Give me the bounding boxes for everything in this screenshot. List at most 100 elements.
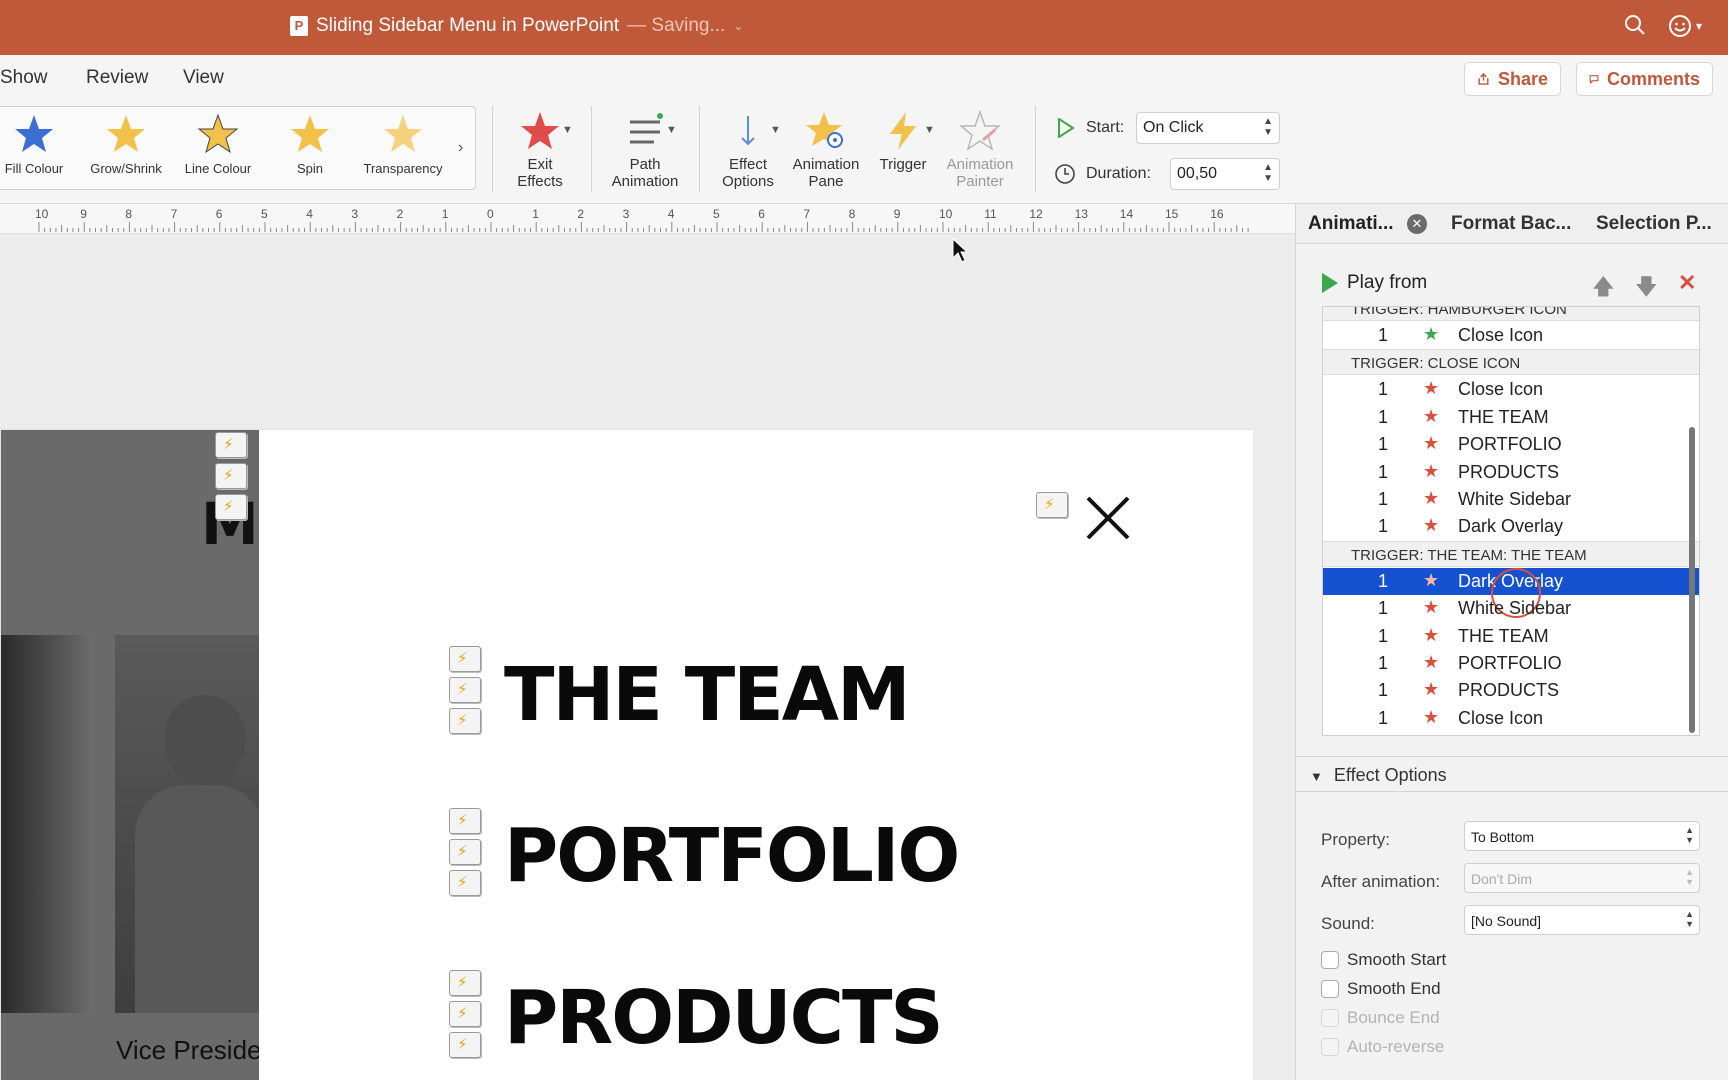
play-from-button[interactable]: Play from <box>1321 272 1427 294</box>
start-select[interactable]: On Click ▲ ▼ <box>1136 112 1280 144</box>
list-scrollbar[interactable] <box>1689 427 1695 733</box>
effect-options-button[interactable]: Effect Options <box>705 110 791 190</box>
transparency-effect[interactable]: Transparency <box>357 113 449 176</box>
exit-star-icon: ★ <box>1423 433 1440 455</box>
dark-overlay[interactable]: M Vice Preside <box>1 430 259 1080</box>
property-select[interactable]: To Bottom ▲ ▼ <box>1464 821 1700 851</box>
tab-animation-pane[interactable]: Animati... <box>1308 213 1394 235</box>
duration-stepper[interactable]: 00,50 ▲ ▼ <box>1170 158 1280 190</box>
animation-row[interactable]: 1 ★ PORTFOLIO <box>1323 650 1699 677</box>
trigger-lightning-icon[interactable] <box>449 839 481 865</box>
exit-effects-button[interactable]: Exit Effects <box>500 110 580 190</box>
menu-item-the-team[interactable]: THE TEAM <box>504 652 911 738</box>
smooth-start-checkbox[interactable]: Smooth Start <box>1321 950 1446 970</box>
trigger-lightning-icon[interactable] <box>449 1001 481 1027</box>
tab-review[interactable]: Review <box>86 67 148 89</box>
chevron-down-icon[interactable]: ⌄ <box>733 19 743 33</box>
animation-list[interactable]: TRIGGER: HAMBURGER ICON 1 ★ Close Icon TRIGG… <box>1322 306 1700 736</box>
animation-target: PORTFOLIO <box>1458 653 1562 673</box>
checkbox-box[interactable] <box>1321 1038 1339 1056</box>
animation-row[interactable]: 1 ★ Close Icon <box>1323 376 1699 403</box>
animation-row[interactable]: 1 ★ White Sidebar <box>1323 486 1699 513</box>
menu-item-products[interactable]: PRODUCTS <box>504 975 944 1061</box>
star-icon <box>107 115 145 152</box>
trigger-lightning-icon[interactable] <box>449 646 481 672</box>
gallery-label: Line Colour <box>184 161 252 176</box>
trigger-button[interactable]: Trigger <box>872 110 934 173</box>
trigger-lightning-icon[interactable] <box>449 708 481 734</box>
animation-row[interactable]: 1 ★ Close Icon <box>1323 705 1699 732</box>
move-down-icon[interactable]: 🡇 <box>1635 270 1658 308</box>
effect-options-header[interactable]: ▼ Effect Options <box>1296 756 1728 792</box>
smooth-end-checkbox[interactable]: Smooth End <box>1321 979 1441 999</box>
checkbox-label: Bounce End <box>1347 1008 1440 1027</box>
chevron-down-icon[interactable]: ▼ <box>770 124 781 136</box>
trigger-lightning-icon[interactable] <box>215 494 247 520</box>
path-animation-button[interactable]: Path Animation <box>600 110 690 190</box>
animation-row[interactable]: 1 ★ White Sidebar <box>1323 595 1699 622</box>
after-animation-select[interactable]: Don't Dim ▲ ▼ <box>1464 863 1700 893</box>
animation-row[interactable]: 1 ★ THE TEAM <box>1323 623 1699 650</box>
sound-select[interactable]: [No Sound] ▲ ▼ <box>1464 905 1700 935</box>
animation-order: 1 <box>1378 434 1389 455</box>
trigger-lightning-icon[interactable] <box>215 432 247 458</box>
chevron-down-icon[interactable]: ▼ <box>562 124 573 136</box>
lightning-icon <box>890 112 916 150</box>
person-body <box>135 785 259 1013</box>
trigger-group-header[interactable]: TRIGGER: CLOSE ICON <box>1323 349 1699 376</box>
slide: M Vice Preside THE TEAM PORTFOLIO PRODUC… <box>0 429 1253 1080</box>
tab-format-background[interactable]: Format Bac... <box>1451 213 1571 235</box>
share-button[interactable]: Share <box>1464 62 1561 96</box>
close-icon[interactable]: ✕ <box>1407 214 1427 234</box>
animation-pane-button[interactable]: Animation Pane <box>786 110 866 190</box>
chevron-down-icon[interactable]: ▼ <box>924 124 935 136</box>
stepper-arrows-icon: ▲ ▼ <box>1685 909 1694 929</box>
checkbox-box[interactable] <box>1321 1009 1339 1027</box>
line-colour-effect[interactable]: Line Colour <box>172 113 264 176</box>
trigger-group-header[interactable]: TRIGGER: HAMBURGER ICON <box>1323 307 1699 321</box>
spin-effect[interactable]: Spin <box>264 113 356 176</box>
animation-row[interactable]: 1 ★ Dark Overlay <box>1323 567 1699 618</box>
animation-row[interactable]: 1 ★ THE TEAM <box>1323 404 1699 431</box>
comments-button[interactable]: Comments <box>1576 62 1713 96</box>
animation-row[interactable]: 1 ★ Dark Overlay <box>1323 513 1699 540</box>
animation-row[interactable]: 1 ★ PRODUCTS <box>1323 677 1699 704</box>
trigger-lightning-icon[interactable] <box>449 970 481 996</box>
tab-view[interactable]: View <box>183 67 224 89</box>
animation-row[interactable]: 1 ★ PORTFOLIO <box>1323 431 1699 458</box>
bounce-end-checkbox[interactable]: Bounce End <box>1321 1008 1440 1028</box>
stepper-arrows-icon[interactable]: ▲ ▼ <box>1263 162 1273 184</box>
trigger-lightning-icon[interactable] <box>1036 492 1068 518</box>
search-icon[interactable] <box>1624 14 1646 41</box>
checkbox-box[interactable] <box>1321 980 1339 998</box>
auto-reverse-checkbox[interactable]: Auto-reverse <box>1321 1037 1444 1057</box>
chevron-down-icon[interactable]: ▼ <box>666 124 677 136</box>
animation-row[interactable]: 1 ★ Close Icon <box>1323 322 1699 349</box>
animation-row[interactable]: 1 ★ PRODUCTS <box>1323 459 1699 486</box>
gallery-next-icon[interactable]: › <box>458 139 463 157</box>
trigger-lightning-icon[interactable] <box>449 1032 481 1058</box>
tab-slide-show[interactable]: Show <box>0 67 48 89</box>
checkbox-box[interactable] <box>1321 951 1339 969</box>
smiley-icon[interactable]: ▾ <box>1668 14 1702 38</box>
close-icon[interactable] <box>1085 495 1131 541</box>
delete-icon[interactable]: ✕ <box>1678 270 1696 296</box>
trigger-group-header[interactable]: TRIGGER: THE TEAM: THE TEAM <box>1323 540 1699 567</box>
trigger-lightning-icon[interactable] <box>215 463 247 489</box>
star-icon <box>15 115 53 152</box>
document-name[interactable]: Sliding Sidebar Menu in PowerPoint <box>316 15 619 37</box>
ruler-label: 2 <box>397 207 404 221</box>
trigger-lightning-icon[interactable] <box>449 808 481 834</box>
fill-colour-effect[interactable]: Fill Colour <box>0 113 80 176</box>
trigger-lightning-icon[interactable] <box>449 677 481 703</box>
menu-item-portfolio[interactable]: PORTFOLIO <box>504 813 960 899</box>
ruler-label: 3 <box>351 207 358 221</box>
tab-selection-pane[interactable]: Selection P... <box>1596 213 1712 235</box>
move-up-icon[interactable]: 🡅 <box>1592 270 1615 308</box>
grow-shrink-effect[interactable]: Grow/Shrink <box>80 113 172 176</box>
play-icon <box>1058 118 1075 138</box>
effect-options-line1: Effect <box>728 156 768 173</box>
animation-painter-button[interactable]: Animation Painter <box>940 110 1020 190</box>
trigger-lightning-icon[interactable] <box>449 870 481 896</box>
white-sidebar[interactable]: THE TEAM PORTFOLIO PRODUCTS <box>259 430 1253 1080</box>
